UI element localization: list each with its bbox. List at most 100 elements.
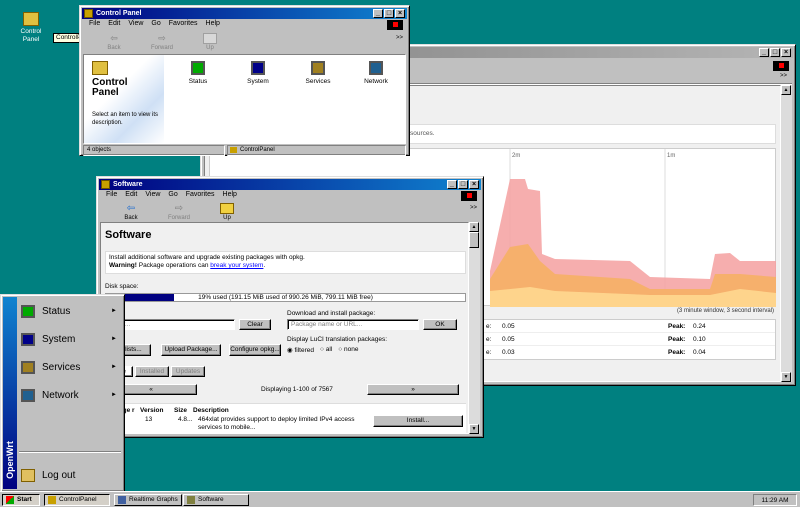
- scroll-up-button[interactable]: ▲: [469, 222, 479, 232]
- control-panel-content: Control Panel Select an item to view its…: [83, 54, 406, 144]
- back-button[interactable]: ⇦ Back: [114, 203, 148, 221]
- close-button[interactable]: ×: [781, 48, 791, 57]
- menu-edit[interactable]: Edit: [125, 191, 137, 198]
- tab-installed[interactable]: Installed: [135, 366, 169, 377]
- package-url-input[interactable]: Package name or URL...: [287, 319, 419, 330]
- forward-button[interactable]: ⇨ Forward: [145, 33, 179, 51]
- ok-button[interactable]: OK: [423, 319, 457, 330]
- start-item-network[interactable]: Network ►: [21, 383, 121, 407]
- up-button[interactable]: Up: [193, 33, 227, 51]
- row-description-2: services to mobile...: [198, 424, 256, 431]
- scroll-thumb[interactable]: [469, 232, 479, 248]
- menu-bar: File Edit View Go Favorites Help: [83, 20, 406, 27]
- col-description: Description: [193, 407, 229, 414]
- maximize-button[interactable]: □: [458, 180, 468, 189]
- submenu-arrow-icon: ►: [111, 336, 117, 342]
- task-realtime-graphs[interactable]: Realtime Graphs: [114, 494, 182, 506]
- cp-item-status[interactable]: Status: [176, 61, 220, 85]
- toolbar-chevrons[interactable]: >>: [470, 205, 477, 211]
- install-button[interactable]: Install...: [373, 415, 463, 427]
- task-control-panel[interactable]: ControlPanel: [44, 494, 110, 506]
- radio-filtered[interactable]: ◉ filtered: [287, 346, 314, 354]
- stats-peak: 0.10: [693, 336, 706, 343]
- radio-none[interactable]: ○ none: [338, 346, 358, 354]
- start-item-status[interactable]: Status ►: [21, 299, 121, 323]
- menu-favorites[interactable]: Favorites: [169, 20, 198, 27]
- software-window[interactable]: Software _ □ × File Edit View Go Favorit…: [96, 176, 484, 438]
- scroll-down-button[interactable]: ▼: [469, 424, 479, 434]
- menu-favorites[interactable]: Favorites: [186, 191, 215, 198]
- graphs-scrollbar[interactable]: ▲ ▼: [781, 85, 792, 382]
- sources-text: sources.: [410, 130, 435, 137]
- axis-label-1m: 1m: [667, 153, 675, 159]
- row-version: 13: [145, 416, 153, 423]
- minimize-button[interactable]: _: [373, 9, 383, 18]
- menu-go[interactable]: Go: [168, 191, 177, 198]
- menu-edit[interactable]: Edit: [108, 20, 120, 27]
- row-description-1: 464xlat provides support to deploy limit…: [198, 416, 355, 423]
- minimize-button[interactable]: _: [759, 48, 769, 57]
- stats-value: 0.05: [502, 336, 515, 343]
- stats-value: 0.03: [502, 349, 515, 356]
- toolbar-chevrons[interactable]: >>: [396, 35, 403, 41]
- back-arrow-icon: ⇦: [126, 203, 136, 214]
- maximize-button[interactable]: □: [770, 48, 780, 57]
- menu-view[interactable]: View: [128, 20, 143, 27]
- start-item-services[interactable]: Services ►: [21, 355, 121, 379]
- scroll-up-button[interactable]: ▲: [781, 85, 791, 95]
- configure-opkg-button[interactable]: Configure opkg...: [229, 344, 281, 356]
- package-table: age r Version Size Description 13 4.8...…: [105, 403, 466, 433]
- row-size: 4.8...: [178, 416, 193, 423]
- disk-usage-bar: 19% used (191.15 MiB used of 990.26 MiB,…: [105, 293, 466, 302]
- menu-view[interactable]: View: [145, 191, 160, 198]
- menu-file[interactable]: File: [89, 20, 100, 27]
- stats-label: e:: [486, 323, 492, 330]
- stats-peak: 0.24: [693, 323, 706, 330]
- close-button[interactable]: ×: [469, 180, 479, 189]
- axis-label-2m: 2m: [512, 153, 520, 159]
- software-scrollbar[interactable]: ▲ ▼: [469, 222, 480, 434]
- translation-radio-group: ◉ filtered ○ all ○ none: [287, 346, 358, 354]
- menu-help[interactable]: Help: [206, 20, 220, 27]
- stats-peak-label: Peak:: [668, 349, 686, 356]
- radio-all[interactable]: ○ all: [320, 346, 332, 354]
- cp-item-system[interactable]: System: [236, 61, 280, 85]
- upload-package-button[interactable]: Upload Package...: [161, 344, 221, 356]
- network-icon: [21, 388, 35, 402]
- minimize-button[interactable]: _: [447, 180, 457, 189]
- start-menu[interactable]: OpenWrt Status ► System ► Services ► Net…: [0, 294, 125, 492]
- software-titlebar[interactable]: Software _ □ ×: [99, 179, 481, 190]
- close-button[interactable]: ×: [395, 9, 405, 18]
- break-system-link[interactable]: break your system: [210, 262, 263, 269]
- maximize-button[interactable]: □: [384, 9, 394, 18]
- toolbar-chevrons[interactable]: >>: [780, 73, 787, 79]
- start-item-system[interactable]: System ►: [21, 327, 121, 351]
- warning-text: Warning! Package operations can break yo…: [109, 262, 266, 269]
- control-panel-titlebar[interactable]: Control Panel _ □ ×: [82, 8, 407, 19]
- menu-help[interactable]: Help: [223, 191, 237, 198]
- next-page-button[interactable]: »: [367, 384, 459, 395]
- clear-button[interactable]: Clear: [239, 319, 271, 330]
- folder-icon: [101, 180, 110, 189]
- control-panel-window[interactable]: Control Panel _ □ × File Edit View Go Fa…: [79, 5, 410, 156]
- menu-go[interactable]: Go: [151, 20, 160, 27]
- scroll-down-button[interactable]: ▼: [781, 372, 791, 382]
- stats-peak-label: Peak:: [668, 336, 686, 343]
- task-software[interactable]: Software: [183, 494, 249, 506]
- services-icon: [21, 360, 35, 374]
- control-panel-icon: [23, 12, 39, 26]
- forward-button[interactable]: ⇨ Forward: [162, 203, 196, 221]
- sidebar-panel: Control Panel Select an item to view its…: [84, 55, 164, 143]
- up-button[interactable]: Up: [210, 203, 244, 221]
- start-button[interactable]: Start: [2, 494, 40, 506]
- software-content: Software Install additional software and…: [100, 222, 469, 434]
- menu-file[interactable]: File: [106, 191, 117, 198]
- cp-item-network[interactable]: Network: [354, 61, 398, 85]
- desktop-icon-control-panel[interactable]: Control Panel: [14, 12, 48, 44]
- cp-item-services[interactable]: Services: [296, 61, 340, 85]
- page-title: Software: [105, 229, 152, 241]
- start-item-logout[interactable]: Log out: [21, 463, 121, 487]
- tab-updates[interactable]: Updates: [171, 366, 205, 377]
- menu-bar: File Edit View Go Favorites Help: [100, 191, 480, 198]
- back-button[interactable]: ⇦ Back: [97, 33, 131, 51]
